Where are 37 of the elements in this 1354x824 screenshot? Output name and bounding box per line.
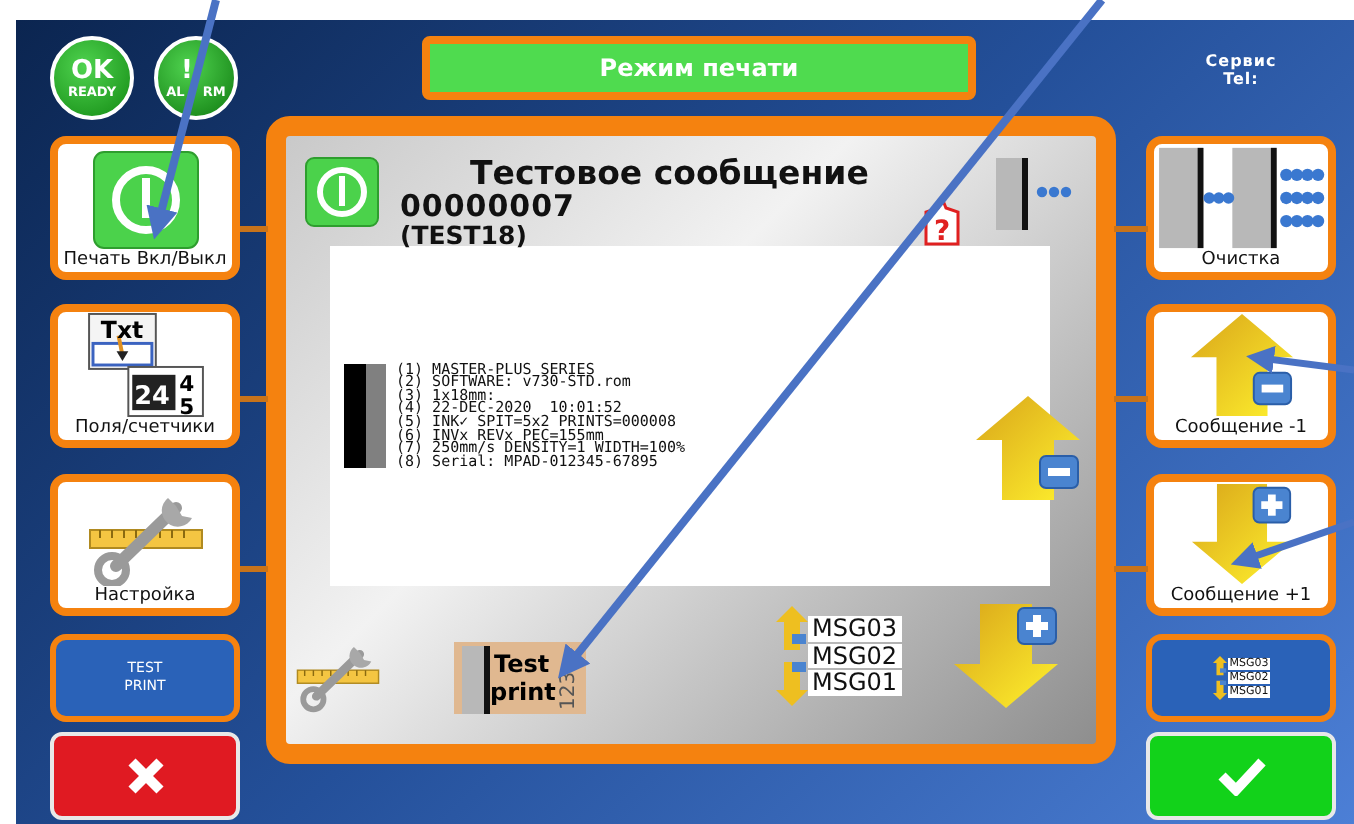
down-arrow-icon[interactable] <box>1187 482 1295 586</box>
close-icon <box>125 756 165 796</box>
icon-text: 4 <box>178 370 194 397</box>
power-icon[interactable] <box>304 156 380 228</box>
counter-drawing <box>126 365 203 418</box>
cartridges-icon <box>1154 144 1328 250</box>
check-icon <box>1215 756 1267 796</box>
down-arrow-icon[interactable] <box>951 602 1060 710</box>
message-list-icon <box>1211 656 1228 700</box>
print-bars <box>344 364 386 468</box>
message-title: Тестовое сообщение <box>470 156 869 192</box>
message-name: (TEST18) <box>400 222 529 248</box>
service-label: Tel: <box>1223 70 1259 88</box>
menu-tile[interactable]: Настройка <box>50 474 240 616</box>
icon-text: 5 <box>178 394 194 418</box>
service-label: Сервис <box>1205 52 1277 70</box>
message-name: MSG02 <box>808 643 902 669</box>
menu-tile[interactable]: Сообщение +1 <box>1146 474 1336 616</box>
power-icon <box>91 150 199 250</box>
message-number: 00000007 <box>400 192 577 222</box>
menu-tile[interactable]: Очистка <box>1146 136 1336 280</box>
menu-tile[interactable]: Сообщение -1 <box>1146 304 1336 448</box>
text-field-drawing <box>87 312 156 370</box>
cancel-button[interactable] <box>50 732 240 820</box>
up-arrow-icon[interactable] <box>1187 312 1295 418</box>
icon-text: Test <box>494 650 550 678</box>
menu-tile[interactable]: Печать Вкл/Выкл <box>50 136 240 280</box>
mode-title: Режим печати <box>422 36 976 100</box>
icon-text: Txt <box>99 315 143 344</box>
icon-text: print <box>490 678 556 706</box>
help-mark: ? <box>933 216 951 248</box>
annotation-arrow <box>1246 345 1354 374</box>
message-name: MSG01 <box>808 670 902 696</box>
up-arrow-icon[interactable] <box>974 394 1082 502</box>
message-name: MSG03 <box>808 616 902 642</box>
annotation-arrow <box>1230 518 1354 569</box>
icon-text: 24 <box>133 382 169 413</box>
